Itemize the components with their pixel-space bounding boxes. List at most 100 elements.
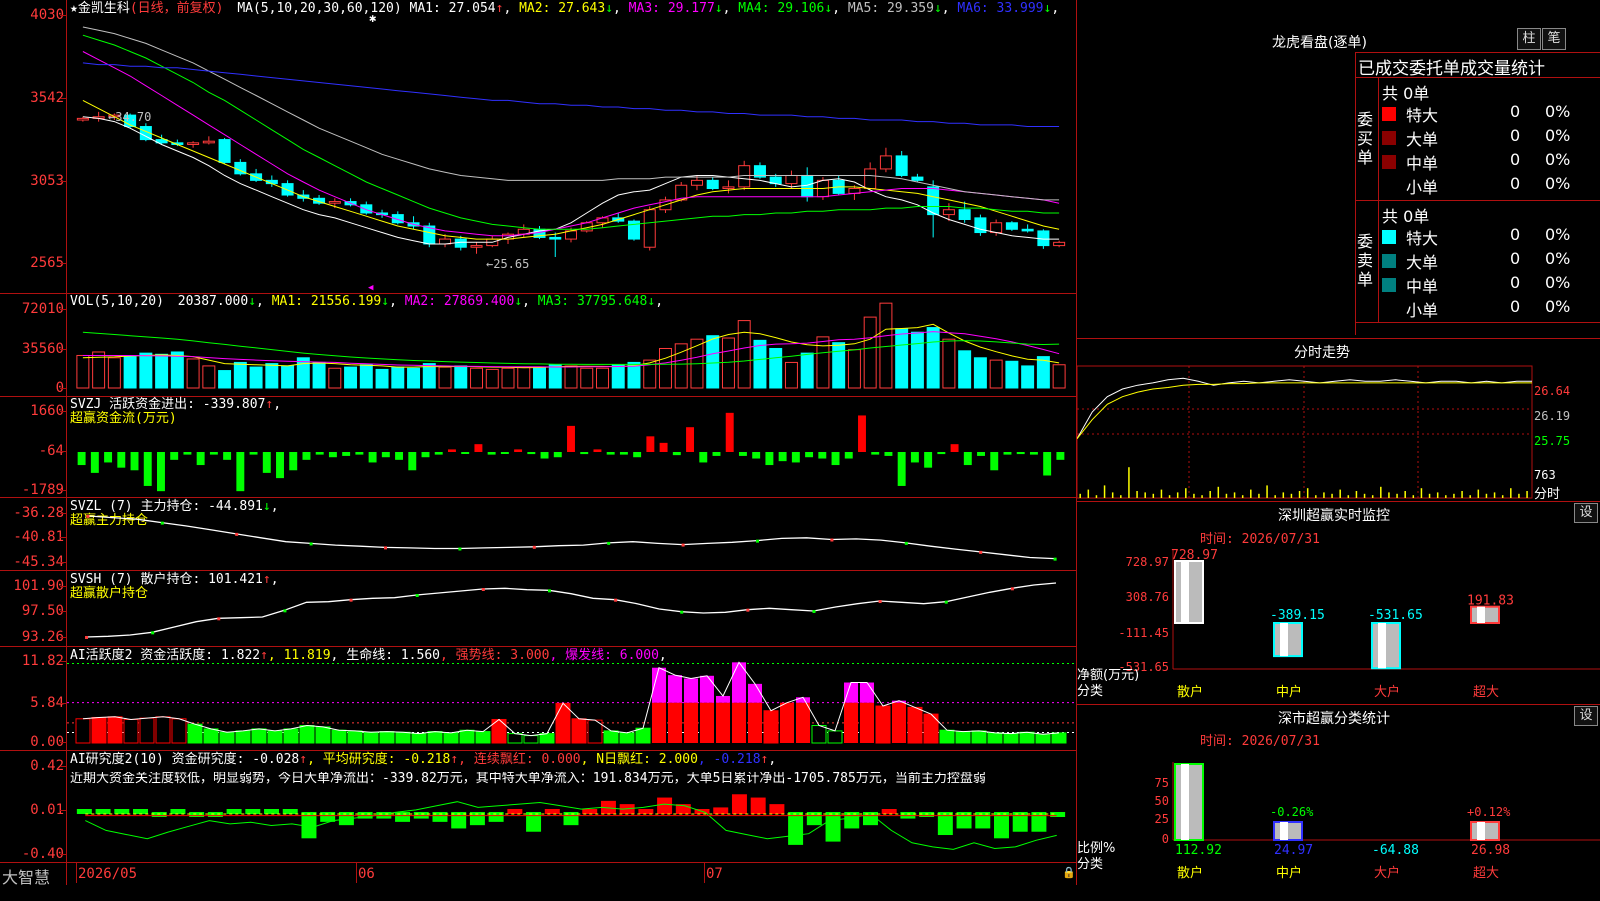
intraday-volume-bar: [1298, 491, 1301, 498]
holding-dot: [235, 532, 239, 536]
ai-activity-chart[interactable]: [67, 647, 1076, 750]
activity-bar: [507, 733, 523, 744]
sz-monitor-bar-chart[interactable]: 728.97 308.76 -111.45 -531.65 净额(万元)分类 散户 728.…: [1077, 540, 1600, 703]
order-count: 0: [1510, 297, 1521, 316]
fund-flow-bar: [1056, 452, 1065, 460]
order-count: 0: [1510, 126, 1521, 145]
y-axis-tick: [60, 537, 66, 538]
fund-flow-bar: [302, 452, 311, 460]
intraday-volume-bar: [1225, 493, 1228, 498]
holding-dot: [680, 610, 684, 614]
volume-bar: [454, 365, 468, 389]
intraday-volume-bar: [1111, 492, 1114, 498]
axis-title: 比例%: [1077, 841, 1115, 856]
activity-bar: [635, 727, 651, 744]
fund-flow-bar: [1016, 452, 1025, 455]
intraday-y-label: 25.75: [1534, 434, 1571, 448]
holding-dot: [384, 546, 387, 550]
intraday-volume-bar: [1363, 493, 1366, 498]
svzj-chart[interactable]: [67, 397, 1076, 497]
intraday-volume-bar: [1445, 495, 1447, 498]
bar-value-label: 728.97: [1171, 548, 1218, 563]
low-price-marker: ←25.65: [486, 257, 530, 271]
date-axis-label: 2026/05: [78, 866, 138, 882]
sz-class-settings-button[interactable]: 设: [1574, 706, 1598, 726]
intraday-volume-bar: [1217, 486, 1220, 498]
volume-bar: [438, 366, 452, 389]
holding-dot: [904, 541, 908, 545]
volume-bar: [800, 352, 814, 389]
intraday-volume-bar: [1477, 489, 1480, 498]
sz-class-bar-chart[interactable]: 75 50 25 0 比例%分类散户 112.92 中户 -0.26% 24.97 大户 -64.8…: [1077, 742, 1600, 900]
fund-flow-bar: [408, 452, 417, 471]
activity-bar: [1019, 731, 1035, 744]
volume-bar: [407, 367, 421, 389]
intraday-volume-bar: [1371, 495, 1374, 498]
y-axis-label: 5.84: [30, 695, 64, 711]
research-bar: [432, 812, 448, 822]
y-axis-label: 93.26: [21, 629, 64, 645]
volume-chart[interactable]: [67, 294, 1076, 396]
fund-flow-bar: [395, 452, 404, 460]
volume-bar: [658, 347, 672, 389]
activity-bar: [748, 683, 762, 703]
research-bar: [1031, 812, 1047, 832]
fund-flow-bar: [474, 444, 483, 452]
candle: [1053, 241, 1066, 247]
dragon-divider: [1355, 77, 1600, 78]
volume-bar: [580, 367, 594, 389]
volume-bar: [769, 347, 783, 389]
lock-icon[interactable]: 🔒: [1062, 866, 1076, 879]
category-label: 超大: [1473, 866, 1499, 881]
activity-bar: [203, 728, 219, 744]
intraday-volume-bar: [1347, 495, 1350, 498]
research-bar: [788, 812, 804, 845]
volume-bar: [344, 366, 358, 389]
bar-value-label: -0.26%: [1270, 805, 1314, 819]
svzl-chart[interactable]: [67, 498, 1076, 570]
intraday-vol-unit: 分时: [1534, 487, 1561, 502]
holding-dot: [756, 539, 759, 543]
activity-bar: [379, 731, 395, 744]
volume-bar: [202, 365, 216, 389]
y-axis-label: 3053: [30, 173, 64, 189]
volume-bar: [910, 331, 924, 389]
volume-bar: [816, 336, 830, 389]
volume-bar: [737, 320, 751, 389]
order-percent: 0%: [1545, 150, 1571, 169]
column-view-button[interactable]: 柱: [1517, 28, 1541, 50]
intraday-volume-bar: [1380, 486, 1382, 498]
volume-bar: [958, 350, 972, 389]
fund-flow-bar: [897, 452, 906, 486]
fund-flow-bar: [1029, 452, 1038, 455]
volume-bar: [422, 363, 436, 389]
intraday-volume-bar: [1266, 485, 1268, 498]
candle: [281, 183, 294, 196]
order-count: 0: [1510, 225, 1521, 244]
bar-value-label: -531.65: [1368, 608, 1423, 623]
fund-flow-bar: [593, 449, 602, 452]
fund-flow-bar: [765, 452, 774, 466]
activity-bar: [235, 730, 251, 744]
y-axis-label: 0.00: [30, 734, 64, 750]
activity-bar: [716, 702, 730, 743]
activity-bar: [796, 702, 810, 743]
intraday-volume-bar: [1339, 489, 1341, 498]
volume-bar: [123, 356, 137, 389]
sz-monitor-settings-button[interactable]: 设: [1574, 503, 1598, 523]
activity-bar: [427, 731, 443, 744]
intraday-volume-bar: [1193, 493, 1195, 498]
volume-bar: [863, 316, 877, 389]
ai-research-chart[interactable]: [67, 751, 1076, 862]
tick-view-button[interactable]: 笔: [1542, 28, 1566, 50]
intraday-volume-bar: [1168, 495, 1171, 498]
volume-bar: [989, 359, 1003, 389]
intraday-volume-bar: [1201, 495, 1203, 498]
intraday-chart[interactable]: [1077, 362, 1600, 500]
candle: [864, 168, 877, 190]
ratio-bar-highlight: [1477, 822, 1485, 840]
research-bar: [507, 809, 523, 814]
svsh-chart[interactable]: [67, 571, 1076, 646]
candlestick-chart[interactable]: [67, 0, 1076, 293]
activity-bar: [123, 718, 139, 744]
